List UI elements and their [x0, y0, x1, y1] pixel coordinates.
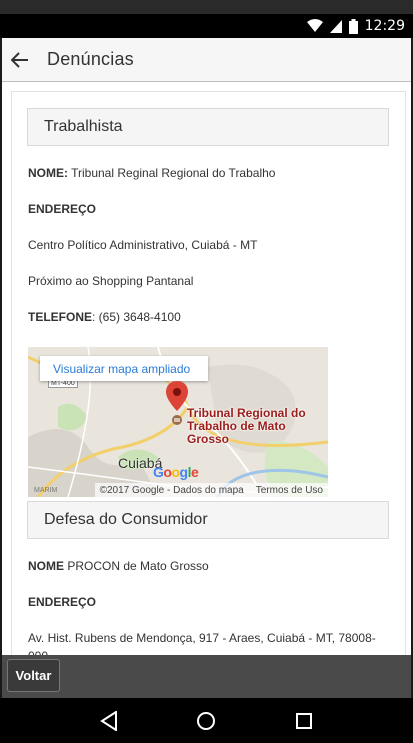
- nome-value: Tribunal Reginal Regional do Trabalho: [68, 166, 276, 180]
- nome-label: NOME:: [28, 166, 68, 180]
- telefone-line: TELEFONE: (65) 3648-4100: [28, 310, 181, 324]
- voltar-button[interactable]: Voltar: [7, 659, 60, 692]
- section-header-consumidor: Defesa do Consumidor: [27, 501, 389, 539]
- telefone-value: : (65) 3648-4100: [92, 310, 181, 324]
- arrow-left-icon: [11, 51, 28, 68]
- address-reference: Próximo ao Shopping Pantanal: [28, 274, 194, 288]
- system-nav-bar: [0, 698, 413, 743]
- section-header-trabalhista: Trabalhista: [27, 108, 389, 146]
- map-place-label: Tribunal Regional do Trabalho de Mato Gr…: [187, 406, 306, 446]
- map-terms-link[interactable]: Termos de Uso: [256, 485, 323, 496]
- back-button[interactable]: [3, 38, 37, 82]
- nav-recents-button[interactable]: [292, 709, 316, 733]
- nav-back-button[interactable]: [97, 709, 121, 733]
- location-map[interactable]: MT-400 Visualizar mapa ampliado Tribunal…: [28, 347, 328, 497]
- battery-icon: [348, 18, 358, 34]
- address-line: Centro Político Administrativo, Cuiabá -…: [28, 238, 258, 252]
- telefone-label: TELEFONE: [28, 310, 93, 324]
- app-bar: Denúncias: [2, 38, 411, 82]
- nome-line: NOME: Tribunal Reginal Regional do Traba…: [28, 166, 275, 180]
- map-pin-icon: [166, 381, 188, 425]
- top-edge: [0, 0, 413, 14]
- bottom-bar: Voltar: [2, 655, 411, 698]
- view-larger-map-link[interactable]: Visualizar mapa ampliado: [40, 356, 208, 381]
- map-credits: ©2017 Google - Dados do mapa Termos de U…: [94, 483, 328, 497]
- circle-home-icon: [197, 711, 216, 730]
- triangle-back-icon: [99, 710, 117, 731]
- status-bar: 12:29: [0, 14, 413, 38]
- content-scroll-area[interactable]: Trabalhista NOME: Tribunal Reginal Regio…: [2, 82, 411, 655]
- address-line: Av. Hist. Rubens de Mendonça, 917 - Arae…: [28, 631, 376, 645]
- wifi-icon: [306, 19, 323, 33]
- map-small-label: MARIM: [34, 487, 58, 494]
- status-time: 12:29: [364, 18, 405, 34]
- nome-line: NOME PROCON de Mato Grosso: [28, 559, 209, 573]
- cell-signal-icon: [329, 19, 342, 33]
- nome-label: NOME: [28, 559, 64, 573]
- map-copyright: ©2017 Google - Dados do mapa: [99, 484, 244, 496]
- endereco-label: ENDEREÇO: [28, 595, 97, 609]
- page-title: Denúncias: [47, 49, 134, 69]
- nome-value: PROCON de Mato Grosso: [64, 559, 209, 573]
- google-logo: Google: [153, 464, 199, 480]
- nav-home-button[interactable]: [194, 709, 218, 733]
- contacts-card: Trabalhista NOME: Tribunal Reginal Regio…: [11, 91, 406, 655]
- endereco-label: ENDEREÇO: [28, 202, 97, 216]
- square-recents-icon: [296, 712, 313, 729]
